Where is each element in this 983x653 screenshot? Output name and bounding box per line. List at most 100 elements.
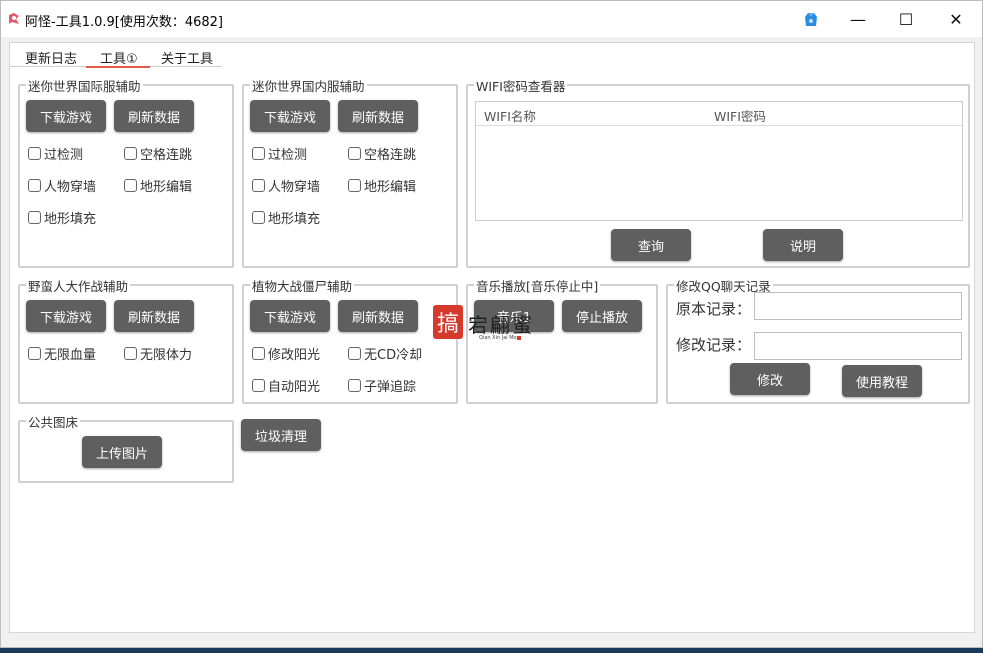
- checkbox-label: 过检测: [44, 147, 84, 163]
- checkbox-label: 无限体力: [140, 347, 193, 363]
- checkbox-label: 修改阳光: [268, 347, 321, 363]
- minimize-button[interactable]: —: [835, 1, 881, 37]
- refresh-data-button[interactable]: 刷新数据: [338, 300, 418, 332]
- checkbox-label: 人物穿墙: [268, 179, 321, 195]
- tutorial-button[interactable]: 使用教程: [842, 365, 922, 397]
- checkbox-box[interactable]: [252, 378, 265, 392]
- header-divider: [476, 125, 962, 126]
- watermark-logo: 搞 宕翩蜜 Qian Xin Jai Mo: [433, 303, 553, 345]
- checkbox-box[interactable]: [252, 346, 265, 360]
- checkbox-box[interactable]: [252, 146, 265, 160]
- skin-icon[interactable]: [802, 11, 820, 29]
- checkbox-box[interactable]: [28, 346, 41, 360]
- checkbox-box[interactable]: [252, 210, 265, 224]
- modified-record-label: 修改记录：: [676, 336, 752, 354]
- column-header-wifi-password[interactable]: WIFI密码: [714, 106, 766, 125]
- group-title: 迷你世界国际服辅助: [26, 76, 143, 95]
- checkbox-label: 人物穿墙: [44, 179, 97, 195]
- checkbox-box[interactable]: [28, 178, 41, 192]
- checkbox-box[interactable]: [124, 346, 137, 360]
- group-title: 音乐播放[音乐停止中]: [474, 276, 601, 295]
- modified-record-input[interactable]: [754, 332, 962, 360]
- checkbox-box[interactable]: [124, 146, 137, 160]
- checkbox-box[interactable]: [28, 146, 41, 160]
- checkbox-label: 地形填充: [268, 211, 321, 227]
- checkbox-terrain-fill[interactable]: 地形填充: [28, 208, 97, 227]
- close-button[interactable]: ✕: [933, 1, 979, 37]
- junk-cleanup-button[interactable]: 垃圾清理: [241, 419, 321, 451]
- refresh-data-button[interactable]: 刷新数据: [338, 100, 418, 132]
- checkbox-no-cooldown[interactable]: 无CD冷却: [348, 344, 423, 363]
- help-button[interactable]: 说明: [763, 229, 843, 261]
- original-record-label: 原本记录：: [676, 300, 752, 318]
- group-mini-cn: 迷你世界国内服辅助 下载游戏 刷新数据 过检测 空格连跳 人物穿墙 地形编辑 地…: [242, 76, 458, 268]
- active-tab-indicator: [86, 66, 150, 68]
- download-game-button[interactable]: 下载游戏: [250, 300, 330, 332]
- checkbox-terrain-fill[interactable]: 地形填充: [252, 208, 321, 227]
- group-title: 野蛮人大作战辅助: [26, 276, 131, 295]
- checkbox-label: 子弹追踪: [364, 379, 417, 395]
- checkbox-bypass-detect[interactable]: 过检测: [28, 144, 84, 163]
- group-savage: 野蛮人大作战辅助 下载游戏 刷新数据 无限血量 无限体力: [18, 276, 234, 404]
- refresh-data-button[interactable]: 刷新数据: [114, 300, 194, 332]
- checkbox-box[interactable]: [348, 178, 361, 192]
- group-pvz: 植物大战僵尸辅助 下载游戏 刷新数据 修改阳光 无CD冷却 自动阳光 子弹追踪: [242, 276, 458, 404]
- watermark-dot: [517, 336, 521, 340]
- wifi-list[interactable]: WIFI名称 WIFI密码: [475, 101, 963, 221]
- app-window: 阿怪-工具1.0.9[使用次数：4682] — ☐ ✕ 更新日志 工具① 关于工…: [0, 0, 983, 648]
- original-record-input[interactable]: [754, 292, 962, 320]
- group-wifi-viewer: WIFI密码查看器 WIFI名称 WIFI密码 查询 说明: [466, 76, 970, 268]
- checkbox-box[interactable]: [348, 146, 361, 160]
- group-title: 植物大战僵尸辅助: [250, 276, 355, 295]
- checkbox-label: 地形编辑: [140, 179, 193, 195]
- checkbox-wall-pass[interactable]: 人物穿墙: [252, 176, 321, 195]
- checkbox-label: 自动阳光: [268, 379, 321, 395]
- checkbox-box[interactable]: [348, 346, 361, 360]
- refresh-data-button[interactable]: 刷新数据: [114, 100, 194, 132]
- checkbox-label: 无CD冷却: [364, 347, 423, 363]
- checkbox-label: 无限血量: [44, 347, 97, 363]
- checkbox-terrain-edit[interactable]: 地形编辑: [124, 176, 193, 195]
- download-game-button[interactable]: 下载游戏: [250, 100, 330, 132]
- checkbox-bypass-detect[interactable]: 过检测: [252, 144, 308, 163]
- checkbox-box[interactable]: [252, 178, 265, 192]
- watermark-subtext: Qian Xin Jai Mo: [479, 335, 517, 341]
- group-title: 公共图床: [26, 412, 81, 431]
- checkbox-space-jump[interactable]: 空格连跳: [348, 144, 417, 163]
- column-header-wifi-name[interactable]: WIFI名称: [484, 106, 536, 125]
- checkbox-infinite-stamina[interactable]: 无限体力: [124, 344, 193, 363]
- query-button[interactable]: 查询: [611, 229, 691, 261]
- checkbox-label: 地形填充: [44, 211, 97, 227]
- group-qq-chat-edit: 修改QQ聊天记录 原本记录： 修改记录： 修改 使用教程: [666, 276, 970, 404]
- checkbox-terrain-edit[interactable]: 地形编辑: [348, 176, 417, 195]
- checkbox-auto-sun[interactable]: 自动阳光: [252, 376, 321, 395]
- watermark-seal: 搞: [433, 305, 463, 339]
- app-logo-icon: [7, 12, 21, 26]
- title-bar[interactable]: 阿怪-工具1.0.9[使用次数：4682] — ☐ ✕: [1, 1, 982, 37]
- checkbox-bullet-tracking[interactable]: 子弹追踪: [348, 376, 417, 395]
- checkbox-box[interactable]: [124, 178, 137, 192]
- checkbox-label: 地形编辑: [364, 179, 417, 195]
- maximize-button[interactable]: ☐: [883, 1, 929, 37]
- group-title: 迷你世界国内服辅助: [250, 76, 367, 95]
- upload-image-button[interactable]: 上传图片: [82, 436, 162, 468]
- checkbox-label: 过检测: [268, 147, 308, 163]
- group-mini-intl: 迷你世界国际服辅助 下载游戏 刷新数据 过检测 空格连跳 人物穿墙 地形编辑 地…: [18, 76, 234, 268]
- watermark-text: 宕翩蜜: [468, 313, 534, 337]
- modify-button[interactable]: 修改: [730, 363, 810, 395]
- group-title: WIFI密码查看器: [474, 76, 568, 95]
- tab-changelog[interactable]: 更新日志: [25, 48, 77, 68]
- stop-playback-button[interactable]: 停止播放: [562, 300, 642, 332]
- checkbox-modify-sun[interactable]: 修改阳光: [252, 344, 321, 363]
- checkbox-wall-pass[interactable]: 人物穿墙: [28, 176, 97, 195]
- checkbox-space-jump[interactable]: 空格连跳: [124, 144, 193, 163]
- checkbox-box[interactable]: [348, 378, 361, 392]
- download-game-button[interactable]: 下载游戏: [26, 300, 106, 332]
- tab-about[interactable]: 关于工具: [161, 48, 213, 68]
- checkbox-box[interactable]: [28, 210, 41, 224]
- checkbox-infinite-hp[interactable]: 无限血量: [28, 344, 97, 363]
- checkbox-label: 空格连跳: [364, 147, 417, 163]
- tab-tools[interactable]: 工具①: [100, 48, 138, 68]
- checkbox-label: 空格连跳: [140, 147, 193, 163]
- download-game-button[interactable]: 下载游戏: [26, 100, 106, 132]
